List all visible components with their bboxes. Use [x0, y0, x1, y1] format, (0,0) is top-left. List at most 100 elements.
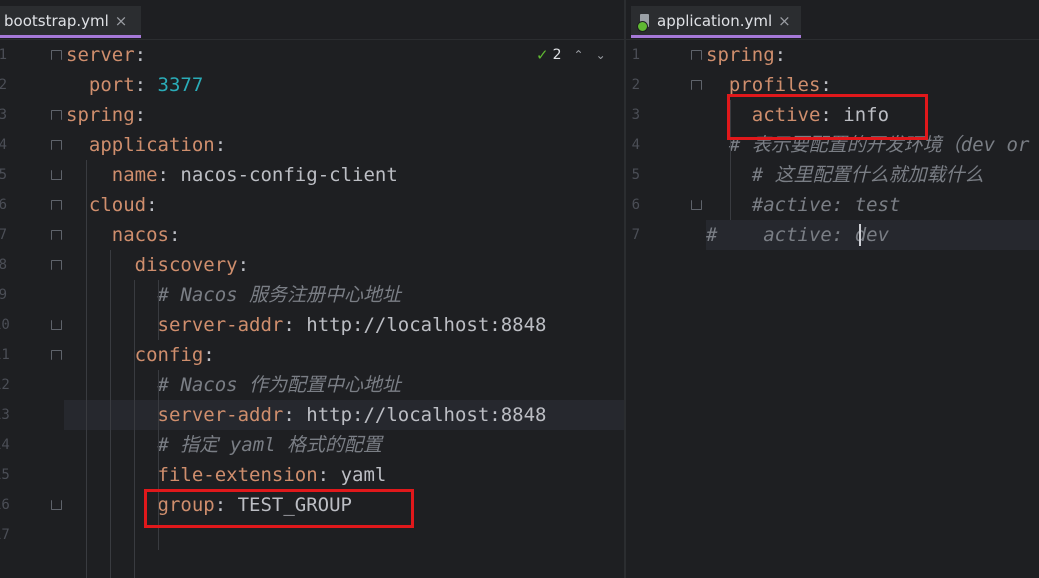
yaml-text [706, 74, 729, 96]
yaml-text: : [820, 74, 832, 96]
close-tab-icon[interactable]: × [115, 12, 128, 30]
yaml-text [66, 164, 112, 186]
yaml-text: : [146, 194, 158, 216]
code-line[interactable]: port: 3377 [66, 70, 203, 100]
yaml-comment: # 指定 yaml 格式的配置 [157, 434, 383, 456]
yaml-text: : [283, 404, 307, 426]
yaml-comment: # [706, 224, 718, 246]
code-line[interactable]: #active: test [706, 190, 901, 220]
line-number: 13 [0, 407, 10, 423]
yaml-text: : [283, 314, 307, 336]
code-line[interactable]: config: [66, 340, 215, 370]
code-line[interactable]: server-addr: http://localhost:8848 [66, 310, 547, 340]
indent-guide [86, 160, 87, 578]
fold-marker-icon[interactable] [51, 110, 62, 120]
line-number: 16 [0, 497, 10, 513]
yaml-comment: active: dev [763, 224, 890, 246]
yaml-key: port [88, 74, 135, 96]
yaml-number: 3377 [157, 74, 204, 96]
yaml-text [66, 284, 158, 306]
line-number: 5 [631, 167, 640, 183]
yaml-text [706, 194, 752, 216]
fold-marker-icon[interactable] [51, 200, 62, 210]
yaml-text [66, 224, 112, 246]
yaml-text: : [203, 344, 215, 366]
code-line[interactable]: # Nacos 作为配置中心地址 [66, 370, 402, 400]
code-line[interactable]: application: [66, 130, 226, 160]
code-line[interactable]: spring: [706, 40, 786, 70]
yaml-key: discovery [134, 254, 238, 276]
yaml-text [66, 74, 89, 96]
previous-highlight-icon[interactable]: ⌃ [574, 48, 584, 62]
code-line[interactable]: # 这里配置什么就加载什么 [706, 160, 984, 190]
line-number: 1 [631, 47, 640, 63]
yaml-text: : [134, 104, 147, 126]
line-number: 4 [631, 137, 640, 153]
yaml-text: : [134, 74, 158, 96]
next-highlight-icon[interactable]: ⌄ [596, 48, 606, 62]
code-line[interactable]: # active: dev [706, 220, 889, 250]
yaml-key: name [111, 164, 158, 186]
fold-marker-icon[interactable] [51, 260, 62, 270]
yaml-comment: #active: test [751, 194, 901, 216]
code-line[interactable]: file-extension: yaml [66, 460, 387, 490]
line-number: 11 [0, 347, 10, 363]
yaml-key: config [134, 344, 204, 366]
fold-marker-icon[interactable] [51, 140, 62, 150]
fold-marker-icon[interactable] [51, 320, 62, 330]
fold-marker-icon[interactable] [691, 50, 702, 60]
yaml-text: : [168, 224, 181, 246]
yaml-text: : [774, 44, 787, 66]
yaml-text: : [317, 464, 341, 486]
inspection-count: 2 [552, 47, 562, 63]
yaml-key: server-addr [157, 404, 284, 426]
line-number: 2 [631, 77, 640, 93]
fold-marker-icon[interactable] [51, 350, 62, 360]
yaml-comment: # Nacos 作为配置中心地址 [157, 374, 402, 396]
yaml-text [66, 434, 158, 456]
code-line[interactable]: nacos: [66, 220, 181, 250]
yaml-text [66, 254, 135, 276]
inspection-widget[interactable]: ✓ 2 ⌃ ⌄ [536, 46, 606, 64]
code-line[interactable]: server-addr: http://localhost:8848 [66, 400, 547, 430]
fold-marker-icon[interactable] [51, 500, 62, 510]
right-tab-bar: application.yml × [626, 0, 1039, 40]
code-line[interactable]: # 指定 yaml 格式的配置 [66, 430, 383, 460]
code-line[interactable]: name: nacos-config-client [66, 160, 398, 190]
code-line[interactable]: # Nacos 服务注册中心地址 [66, 280, 402, 310]
yaml-text [706, 134, 729, 156]
line-number: 5 [0, 167, 7, 183]
code-line[interactable]: cloud: [66, 190, 158, 220]
tab-application-yml[interactable]: application.yml × [631, 6, 801, 38]
fold-marker-icon[interactable] [691, 80, 702, 90]
left-tab-bar: bootstrap.yml × [0, 0, 624, 40]
fold-marker-icon[interactable] [51, 170, 62, 180]
fold-marker-icon[interactable] [691, 200, 702, 210]
yaml-key: server-addr [157, 314, 284, 336]
yaml-text: nacos-config-client [180, 164, 398, 186]
highlight-box-active [727, 94, 928, 140]
line-number: 3 [0, 107, 7, 123]
tab-bootstrap-yml[interactable]: bootstrap.yml × [0, 6, 141, 38]
code-line[interactable]: server: [66, 40, 146, 70]
tab-label: bootstrap.yml [4, 11, 109, 30]
right-editor-pane: application.yml × 1 spring: 2 profiles: 3 a… [626, 0, 1039, 578]
yaml-key: server [66, 44, 135, 66]
yaml-text: : [214, 134, 227, 156]
yaml-text: http://localhost:8848 [306, 314, 547, 336]
line-number: 2 [0, 77, 7, 93]
yaml-key: nacos [111, 224, 169, 246]
yaml-text [66, 464, 158, 486]
fold-marker-icon[interactable] [51, 50, 62, 60]
close-tab-icon[interactable]: × [778, 12, 791, 30]
fold-marker-icon[interactable] [51, 230, 62, 240]
yaml-text: yaml [340, 464, 387, 486]
code-line[interactable]: spring: [66, 100, 146, 130]
yaml-text [66, 404, 158, 426]
tab-label: application.yml [657, 11, 773, 30]
yaml-text: : [134, 44, 147, 66]
left-editor-pane: bootstrap.yml × ✓ 2 ⌃ ⌄ 1 server: 2 port: … [0, 0, 624, 578]
yaml-key: profiles [728, 74, 821, 96]
line-number: 8 [0, 257, 7, 273]
code-line[interactable]: discovery: [66, 250, 249, 280]
